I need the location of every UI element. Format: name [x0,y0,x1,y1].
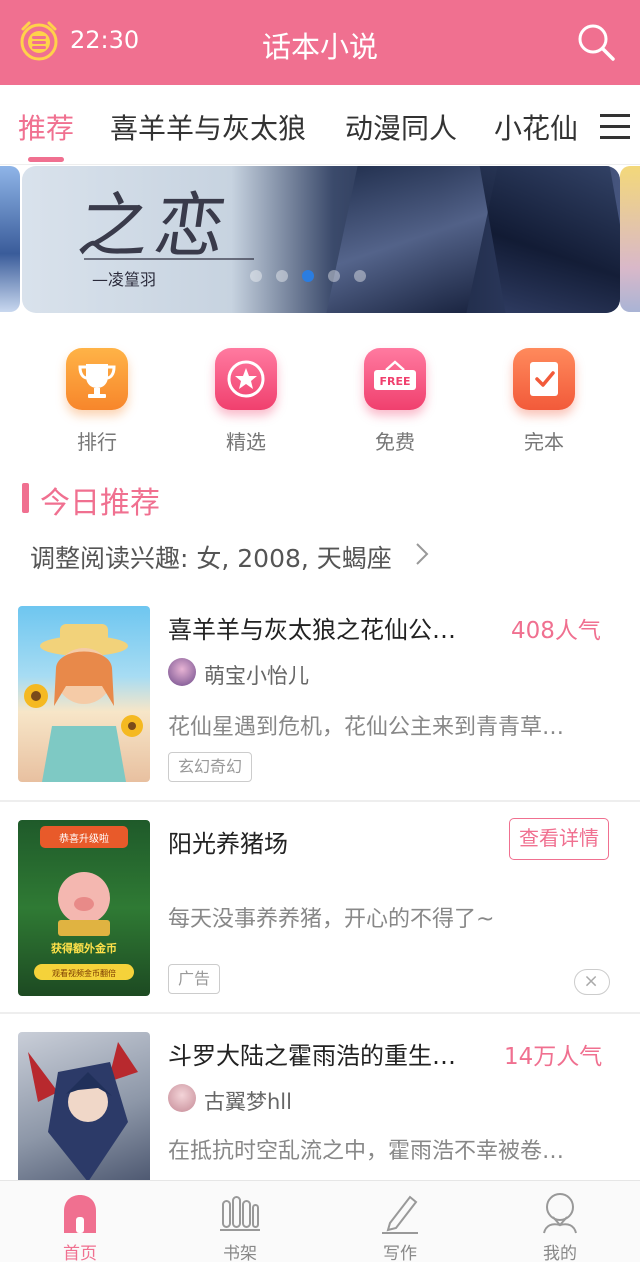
book-card[interactable]: 喜羊羊与灰太狼之花仙公… 408人气 萌宝小怡儿 花仙星遇到危机，花仙公主来到青… [0,590,640,800]
section-title: 今日推荐 [40,486,160,521]
svg-text:观看视频金币翻倍: 观看视频金币翻倍 [52,968,116,978]
carousel-dot [276,270,288,282]
chevron-right-icon [416,543,429,565]
book-description: 在抵抗时空乱流之中，霍雨浩不幸被卷… [168,1139,565,1164]
tab-write-label: 写作 [383,1244,417,1262]
book-card[interactable]: 斗罗大陆之霍雨浩的重生… 14万人气 古翼梦hll 在抵抗时空乱流之中，霍雨浩不… [0,1014,640,1180]
svg-text:FREE: FREE [379,375,410,388]
completed-label: 完本 [524,430,564,454]
section-accent-bar [22,483,29,513]
book-title: 喜羊羊与灰太狼之花仙公… [168,616,456,644]
banner-next-slide[interactable] [620,166,640,312]
star-icon [215,348,277,410]
banner-slide[interactable]: 之恋 —凌篁羽 [22,166,620,313]
popularity-count: 14万人气 [504,1044,603,1070]
carousel-dot [328,270,340,282]
tab-anime-fanfic[interactable]: 动漫同人 [345,107,457,147]
close-ad-button[interactable] [574,969,610,995]
tab-recommend[interactable]: 推荐 [18,107,74,147]
checkbook-icon [513,348,575,410]
active-tab-indicator [28,157,64,162]
trophy-icon [66,348,128,410]
app-title: 话本小说 [261,30,378,64]
reading-preference-link[interactable]: 调整阅读兴趣: 女, 2008, 天蝎座 [30,539,392,575]
completed-entry[interactable]: 完本 [469,340,619,460]
tab-bookshelf-label: 书架 [223,1244,257,1262]
tab-write[interactable]: 写作 [320,1181,480,1262]
author-name[interactable]: 萌宝小怡儿 [204,660,309,690]
pencil-icon [382,1195,418,1234]
svg-text:恭喜升级啦: 恭喜升级啦 [59,832,109,845]
app-header: 22:30 话本小说 [0,0,640,85]
ad-tag: 广告 [168,964,221,994]
tab-home[interactable]: 首页 [0,1181,160,1262]
category-tabs: 推荐 喜羊羊与灰太狼 动漫同人 小花仙 [0,85,640,165]
banner-author: —凌篁羽 [92,270,157,289]
banner-carousel[interactable]: 之恋 —凌篁羽 [0,166,640,316]
tab-xiyangyang[interactable]: 喜羊羊与灰太狼 [110,107,306,147]
ad-cover: 恭喜升级啦 获得额外金币 观看视频金币翻倍 [18,820,150,996]
genre-tag: 玄幻奇幻 [168,752,253,782]
ad-title: 阳光养猪场 [168,830,288,858]
banner-artwork [326,166,498,313]
free-entry[interactable]: FREE 免费 [320,340,470,460]
book-cover [18,606,150,782]
tab-bookshelf[interactable]: 书架 [160,1181,320,1262]
tab-mine[interactable]: 我的 [480,1181,640,1262]
book-cover [18,1032,150,1180]
svg-text:获得额外金币: 获得额外金币 [51,941,117,955]
free-label: 免费 [375,430,415,454]
menu-icon[interactable] [598,112,632,142]
author-avatar [168,658,196,686]
carousel-dot-active [302,270,314,282]
carousel-dot [250,270,262,282]
ad-card[interactable]: 恭喜升级啦 获得额外金币 观看视频金币翻倍 阳光养猪场 查看详情 每天没事养养猪… [0,802,640,1012]
tab-xiaohuaxian[interactable]: 小花仙 [494,107,578,147]
ad-description: 每天没事养养猪，开心的不得了~ [168,907,495,932]
author-avatar [168,1084,196,1112]
tab-mine-label: 我的 [543,1244,577,1262]
carousel-dot [354,270,366,282]
home-icon [64,1195,96,1233]
bookshelf-icon [220,1196,260,1231]
banner-divider [84,258,254,260]
book-description: 花仙星遇到危机，花仙公主来到青青草… [168,715,565,740]
tab-home-label: 首页 [63,1244,97,1262]
close-icon [585,975,597,987]
carousel-dots [250,270,390,284]
profile-icon [543,1193,577,1234]
featured-entry[interactable]: 精选 [171,340,321,460]
author-name[interactable]: 古翼梦hll [204,1086,292,1116]
featured-label: 精选 [226,430,266,454]
book-title: 斗罗大陆之霍雨浩的重生… [168,1042,456,1070]
popularity-count: 408人气 [511,618,601,644]
search-icon[interactable] [576,22,616,62]
banner-artwork [477,166,620,313]
view-details-button[interactable]: 查看详情 [509,818,609,860]
bottom-tab-bar: 首页 书架 写作 我的 [0,1180,640,1262]
banner-calligraphy: 之恋 [73,185,237,267]
free-sign-icon: FREE [364,348,426,410]
ranking-entry[interactable]: 排行 [22,340,172,460]
banner-prev-slide[interactable] [0,166,20,312]
quick-entries: 排行 精选 FREE 免费 完本 [0,340,640,460]
ranking-label: 排行 [77,430,117,454]
